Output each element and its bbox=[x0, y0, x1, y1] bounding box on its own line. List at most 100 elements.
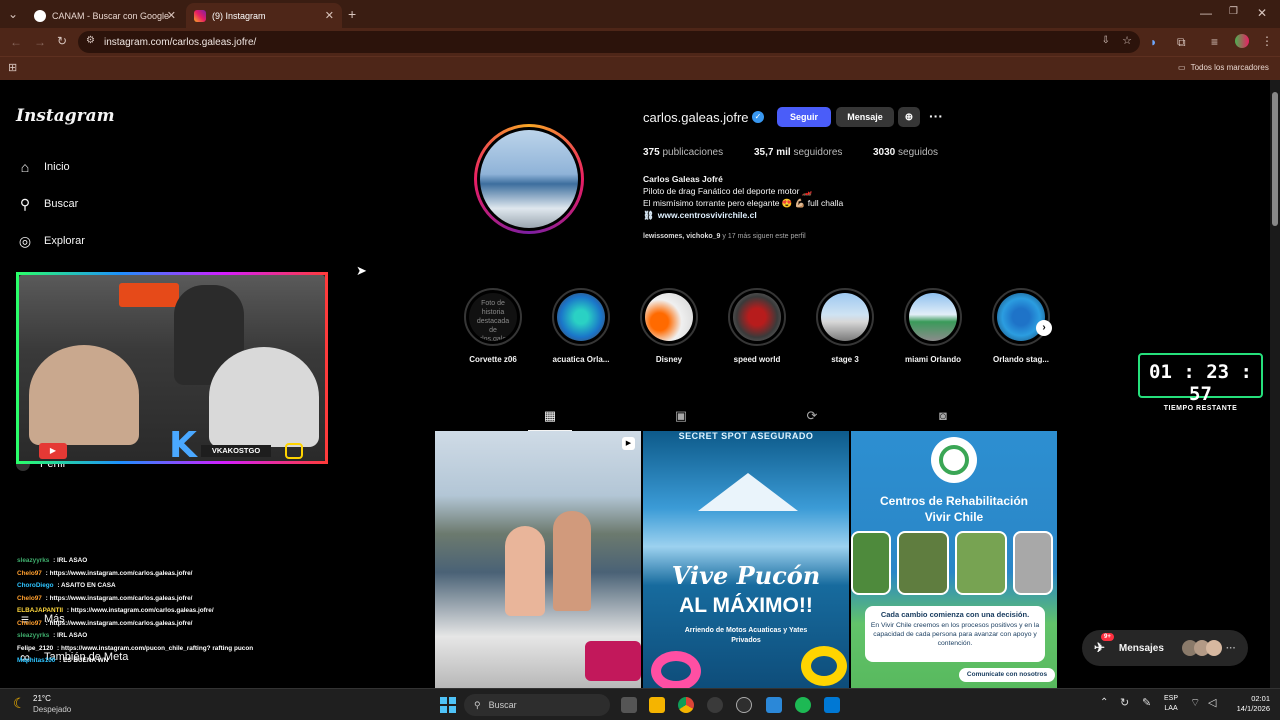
profile-full-name: Carlos Galeas Jofré bbox=[643, 174, 723, 184]
install-icon[interactable]: ⇩ bbox=[1102, 35, 1110, 46]
highlight-item[interactable]: stage 3 bbox=[815, 288, 875, 364]
volume-icon[interactable]: ◁ bbox=[1208, 696, 1216, 709]
profile-username: carlos.galeas.jofre bbox=[643, 110, 749, 125]
sync-icon[interactable]: ↻ bbox=[1120, 696, 1129, 709]
sidebar-item-explorar[interactable]: ◎ Explorar bbox=[16, 232, 85, 250]
scrollbar-thumb[interactable] bbox=[1272, 92, 1278, 226]
search-icon: ⚲ bbox=[474, 699, 481, 710]
highlight-item[interactable]: miami Orlando bbox=[903, 288, 963, 364]
extensions-icon[interactable]: ⧉ bbox=[1177, 35, 1186, 50]
site-info-icon[interactable]: ⚙ bbox=[86, 35, 95, 46]
reload-icon[interactable]: ↻ bbox=[57, 34, 67, 48]
post-reel[interactable]: ▶ bbox=[435, 431, 641, 688]
restore-icon[interactable]: ❐ bbox=[1229, 6, 1238, 17]
tray-expand-icon[interactable]: ⌃ bbox=[1100, 697, 1108, 708]
instagram-logo[interactable]: Instagram bbox=[16, 106, 115, 126]
sidebar-item-label: Explorar bbox=[44, 235, 85, 247]
followers-count[interactable]: 35,7 mil seguidores bbox=[754, 147, 842, 158]
follow-button[interactable]: Seguir bbox=[777, 107, 831, 127]
chat-message: Chelo97 : https://www.instagram.com/carl… bbox=[17, 569, 193, 577]
pen-icon[interactable]: ✎ bbox=[1142, 696, 1151, 709]
post-title: Centros de Rehabilitación bbox=[879, 494, 1029, 508]
chat-username: ChoroDiego bbox=[17, 582, 54, 589]
chat-text: ASAITO EN CASA bbox=[61, 582, 116, 589]
chat-username: sleazyyrks bbox=[17, 632, 50, 639]
sidebar-item-label: Inicio bbox=[44, 161, 70, 173]
sidebar-item-buscar[interactable]: ⚲ Buscar bbox=[16, 195, 78, 213]
windows-start-icon[interactable] bbox=[440, 697, 456, 713]
verified-badge-icon: ✓ bbox=[752, 111, 764, 123]
post-caption: Arriendo de Motos Acuaticas y Yates Priv… bbox=[684, 627, 808, 644]
streamer-person bbox=[209, 347, 319, 447]
highlights-next-icon[interactable]: › bbox=[1036, 320, 1052, 336]
windows-taskbar: ☾ 21°C Despejado ⚲ Buscar ⌃ ↻ ✎ ESP LAA ⌔… bbox=[0, 688, 1280, 720]
profile-link[interactable]: ⛓ www.centrosvivirchile.cl bbox=[643, 210, 757, 221]
extension-icon[interactable]: ◗ bbox=[1150, 35, 1157, 49]
reposts-icon[interactable]: ⟳ bbox=[804, 408, 820, 424]
profile-picture-ring[interactable] bbox=[474, 124, 584, 234]
suggest-user-icon[interactable]: ⊕ bbox=[898, 107, 920, 127]
message-button[interactable]: Mensaje bbox=[836, 107, 894, 127]
app-icon[interactable] bbox=[707, 697, 723, 713]
forward-icon[interactable]: → bbox=[34, 35, 46, 49]
folder-icon: ▭ bbox=[1178, 63, 1186, 72]
tab-google[interactable]: CANAM - Buscar con Google ✕ bbox=[26, 3, 184, 28]
chat-text: https://www.instagram.com/carlos.galeas.… bbox=[70, 607, 214, 614]
media-icon[interactable]: ≡ bbox=[1211, 35, 1218, 49]
obs-icon[interactable] bbox=[736, 697, 752, 713]
taskbar-search[interactable]: ⚲ Buscar bbox=[464, 694, 610, 716]
notepad-icon[interactable] bbox=[824, 697, 840, 713]
messages-widget[interactable]: ✈ 9+ Mensajes ··· bbox=[1082, 630, 1248, 666]
close-tab-icon[interactable]: ✕ bbox=[325, 9, 334, 22]
post-vivir-chile[interactable]: Centros de Rehabilitación Vivir Chile Ca… bbox=[851, 431, 1057, 688]
clock[interactable]: 02:01 14/1/2026 bbox=[1226, 694, 1270, 714]
chat-message: sleazyyrks : IRL ASAO bbox=[17, 557, 88, 564]
vivir-chile-logo bbox=[931, 437, 977, 483]
highlight-item[interactable]: acuatica Orla... bbox=[551, 288, 611, 364]
spotify-icon[interactable] bbox=[795, 697, 811, 713]
profile-bio-line: El mismísimo torrante pero elegante 😍 💪🏼… bbox=[643, 198, 844, 208]
back-icon[interactable]: ← bbox=[10, 35, 22, 49]
followed-by[interactable]: lewissomes, vichoko_9 y 17 más siguen es… bbox=[643, 233, 806, 240]
highlight-item[interactable]: Disney bbox=[639, 288, 699, 364]
weather-desc[interactable]: Despejado bbox=[33, 705, 71, 714]
close-tab-icon[interactable]: ✕ bbox=[167, 9, 176, 22]
chat-username: sleazyyrks bbox=[17, 557, 50, 564]
chrome-icon[interactable] bbox=[678, 697, 694, 713]
post-pucon[interactable]: SECRET SPOT ASEGURADO Vive Pucón AL MÁXI… bbox=[643, 431, 849, 688]
chat-text: https://www.instagram.com/carlos.galeas.… bbox=[49, 619, 193, 627]
profile-avatar[interactable] bbox=[1235, 34, 1249, 48]
sidebar-item-inicio[interactable]: ⌂ Inicio bbox=[16, 158, 70, 176]
more-options-icon[interactable]: ··· bbox=[929, 108, 943, 124]
chat-username: Maphitas100 bbox=[17, 657, 56, 664]
weather-temp[interactable]: 21°C bbox=[33, 694, 51, 703]
home-icon: ⌂ bbox=[20, 159, 30, 175]
grid-icon[interactable]: ▦ bbox=[542, 408, 558, 424]
reel-icon: ▶ bbox=[622, 437, 635, 450]
new-tab-icon[interactable]: + bbox=[348, 6, 356, 22]
following-count[interactable]: 3030 seguidos bbox=[873, 147, 938, 158]
task-view-icon[interactable] bbox=[621, 697, 637, 713]
bookmark-star-icon[interactable]: ☆ bbox=[1122, 34, 1132, 47]
close-window-icon[interactable]: ✕ bbox=[1257, 6, 1267, 20]
float-ring bbox=[651, 651, 701, 688]
all-bookmarks-button[interactable]: ▭ Todos los marcadores bbox=[1178, 63, 1269, 72]
more-dots-icon: ··· bbox=[1225, 642, 1236, 654]
file-explorer-icon[interactable] bbox=[649, 697, 665, 713]
tab-instagram[interactable]: (9) Instagram ✕ bbox=[186, 3, 342, 28]
tab-search-icon[interactable]: ⌄ bbox=[8, 7, 18, 21]
menu-dots-icon[interactable]: ⋮ bbox=[1261, 34, 1273, 48]
apps-grid-icon[interactable]: ⊞ bbox=[8, 61, 17, 74]
reels-icon[interactable]: ▣ bbox=[673, 408, 689, 424]
highlight-item[interactable]: speed world bbox=[727, 288, 787, 364]
app-icon[interactable] bbox=[766, 697, 782, 713]
minimize-icon[interactable]: — bbox=[1200, 6, 1212, 20]
contact-cta: Comunícate con nosotros bbox=[959, 668, 1055, 682]
address-bar[interactable]: ⚙ instagram.com/carlos.galeas.jofre/ ⇩ ☆ bbox=[78, 31, 1140, 53]
weather-icon: ☾ bbox=[13, 695, 26, 711]
tagged-icon[interactable]: ◙ bbox=[935, 408, 951, 424]
wifi-icon[interactable]: ⌔ bbox=[1190, 696, 1200, 710]
language-indicator[interactable]: ESP LAA bbox=[1164, 694, 1178, 714]
profile-picture bbox=[480, 130, 578, 228]
highlight-item[interactable]: Foto de historia destacada de carlos.gal… bbox=[463, 288, 523, 364]
